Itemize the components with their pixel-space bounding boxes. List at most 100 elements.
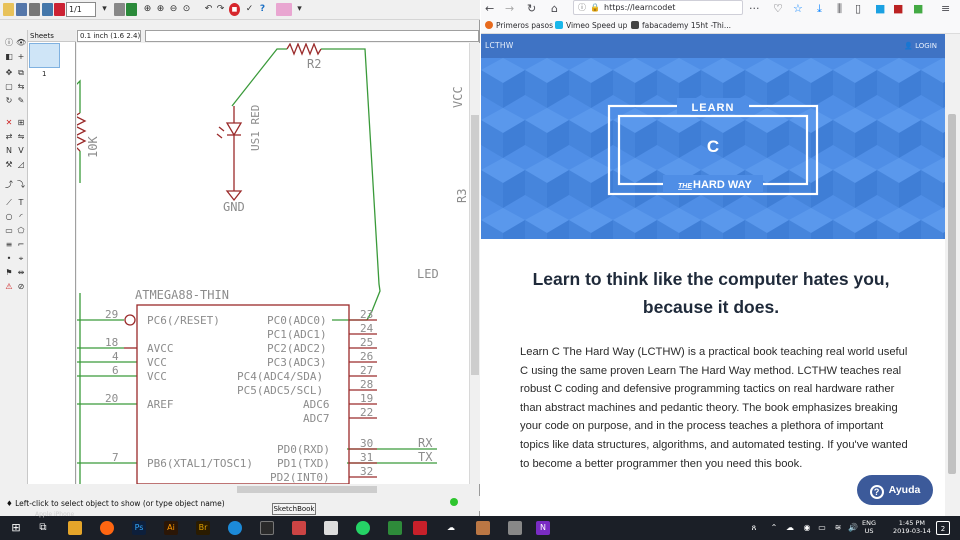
app-icon[interactable] (508, 521, 522, 535)
extension-icon[interactable]: ■ (913, 2, 923, 16)
display-icon[interactable]: ◧ (4, 52, 14, 62)
label-icon[interactable]: ⌖ (16, 254, 26, 264)
back-icon[interactable]: ← (485, 2, 494, 16)
info-icon[interactable]: ⓘ (578, 1, 586, 14)
add-icon[interactable]: ⊞ (16, 118, 26, 128)
arc-icon[interactable]: ◜ (16, 212, 26, 222)
circle-icon[interactable]: ○ (4, 212, 14, 222)
redo-icon[interactable]: ↷ (215, 3, 226, 16)
bookmark-item[interactable]: Vimeo Speed up (555, 18, 627, 34)
eagle-taskbar-icon[interactable] (413, 521, 427, 535)
design-link-icon[interactable] (276, 3, 292, 16)
library-icon[interactable]: ⫼ (837, 2, 842, 16)
info-icon[interactable]: ⓘ (4, 38, 14, 48)
sheet-select[interactable]: 1/1 (66, 2, 96, 17)
reload-icon[interactable]: ↻ (527, 2, 536, 16)
bookmark-item[interactable]: Primeros pasos (485, 18, 553, 34)
show-icon[interactable]: 👁 (16, 38, 26, 48)
command-input[interactable] (145, 30, 479, 42)
move-icon[interactable]: ✥ (4, 68, 14, 78)
windows-start-icon[interactable]: ⊞ (9, 521, 23, 535)
bus-icon[interactable]: ≡ (4, 240, 14, 250)
undo-icon[interactable]: ↶ (203, 3, 214, 16)
extension-icon[interactable]: ■ (875, 2, 885, 16)
group-icon[interactable]: ▢ (4, 82, 14, 92)
firefox-icon[interactable] (100, 521, 114, 535)
pinswap-icon[interactable]: ⇄ (4, 132, 14, 142)
home-icon[interactable]: ⌂ (551, 2, 558, 16)
replace-icon[interactable]: ⇋ (16, 132, 26, 142)
horizontal-scroll-thumb[interactable] (237, 486, 377, 493)
dimension-icon[interactable]: ⇹ (16, 268, 26, 278)
app-icon[interactable] (476, 521, 490, 535)
url-field[interactable]: ⓘ 🔒 https://learncodet (573, 0, 743, 15)
help-icon[interactable]: ? (257, 3, 268, 16)
bookmark-item[interactable]: fabacademy 15ht -Thi... (631, 18, 731, 34)
erc-icon[interactable]: ⚠ (4, 282, 14, 292)
invoke-icon[interactable]: ⤵ (16, 180, 26, 190)
clock[interactable]: 1:45 PM 2019-03-14 (893, 519, 931, 535)
task-view-icon[interactable]: ⧉ (36, 521, 50, 535)
attribute-icon[interactable]: ⚑ (4, 268, 14, 278)
sketchbook-icon[interactable] (292, 521, 306, 535)
sidebar-icon[interactable]: ▯ (855, 2, 861, 16)
menu-icon[interactable]: ≡ (941, 2, 950, 16)
smash-icon[interactable]: ⚒ (4, 160, 14, 170)
file-explorer-icon[interactable] (68, 521, 82, 535)
app-tray-icon[interactable]: ◉ (800, 521, 814, 535)
miter-icon[interactable]: ◿ (16, 160, 26, 170)
vertical-scroll-thumb[interactable] (471, 115, 479, 375)
onenote-icon[interactable]: N (536, 521, 550, 535)
bookmark-star-icon[interactable]: ☆ (793, 2, 803, 16)
wifi-icon[interactable]: ≋ (831, 521, 845, 535)
polygon-icon[interactable]: ⬠ (16, 226, 26, 236)
copy-icon[interactable]: ⧉ (16, 68, 26, 78)
errors-icon[interactable]: ⊘ (16, 282, 26, 292)
pocket-icon[interactable]: ♡ (773, 2, 783, 16)
split-icon[interactable]: ⤴ (4, 180, 14, 190)
wire-icon[interactable]: ⟋ (4, 198, 14, 208)
zoom-fit-icon[interactable]: ⊕ (142, 3, 153, 16)
delete-icon[interactable]: ✕ (4, 118, 14, 128)
text-icon[interactable]: T (16, 198, 26, 208)
board-icon[interactable] (54, 3, 65, 16)
stop-icon[interactable]: ■ (229, 3, 240, 16)
illustrator-icon[interactable]: Ai (164, 521, 178, 535)
script-icon[interactable] (114, 3, 125, 16)
rotate-icon[interactable]: ↻ (4, 96, 14, 106)
zoom-out-icon[interactable]: ⊖ (168, 3, 179, 16)
cam-icon[interactable] (42, 3, 53, 16)
login-link[interactable]: 👤 LOGIN (904, 34, 937, 58)
forward-icon[interactable]: → (505, 2, 514, 16)
change-icon[interactable]: ✎ (16, 96, 26, 106)
save-icon[interactable] (16, 3, 27, 16)
chevron-down-icon[interactable]: ▾ (294, 3, 305, 16)
vertical-scrollbar[interactable] (469, 43, 480, 484)
go-icon[interactable]: ✓ (244, 3, 255, 16)
zoom-in-icon[interactable]: ⊕ (155, 3, 166, 16)
chrome-like-icon[interactable] (228, 521, 242, 535)
app-icon[interactable] (388, 521, 402, 535)
language-indicator[interactable]: ENG US (862, 519, 876, 535)
zoom-select-icon[interactable]: ⊙ (181, 3, 192, 16)
app-icon[interactable] (260, 521, 274, 535)
horizontal-scrollbar[interactable] (77, 484, 469, 495)
cloud-icon[interactable]: ☁ (444, 521, 458, 535)
site-brand[interactable]: LCTHW (485, 34, 514, 58)
value-icon[interactable]: V (16, 146, 26, 156)
junction-icon[interactable]: • (4, 254, 14, 264)
cloud-tray-icon[interactable]: ☁ (783, 521, 797, 535)
whatsapp-icon[interactable] (356, 521, 370, 535)
notifications-icon[interactable]: 2 (936, 521, 950, 535)
volume-icon[interactable]: 🔊 (846, 521, 860, 535)
name-icon[interactable]: N (4, 146, 14, 156)
page-scroll-thumb[interactable] (948, 114, 956, 474)
help-button[interactable]: ? Ayuda (857, 475, 933, 505)
download-icon[interactable]: ⤓ (817, 2, 822, 16)
tray-chevron-icon[interactable]: ⌃ (767, 521, 781, 535)
page-scrollbar[interactable] (945, 34, 960, 516)
mark-icon[interactable]: + (16, 52, 26, 62)
schematic-canvas[interactable]: R2 VCC R3 10K LED US1 RED GND ATMEGA88-T… (77, 43, 469, 484)
bridge-icon[interactable]: Br (196, 521, 210, 535)
open-icon[interactable] (3, 3, 14, 16)
